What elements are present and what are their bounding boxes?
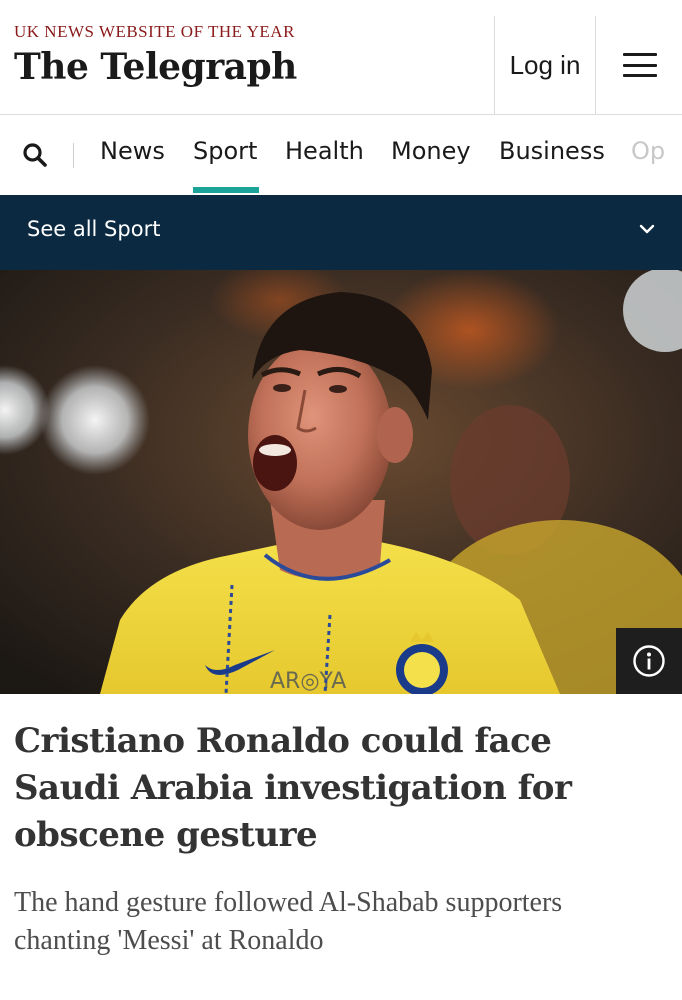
chevron-down-icon	[639, 224, 655, 234]
nav-item-money[interactable]: Money	[391, 137, 471, 165]
info-icon	[633, 645, 665, 677]
hero-photo: AR◎YA	[0, 270, 682, 694]
login-area: Log in	[494, 16, 596, 114]
nav-item-sport[interactable]: Sport	[193, 137, 257, 165]
image-info-button[interactable]	[616, 628, 682, 694]
section-dropdown-bar[interactable]: See all Sport	[0, 195, 682, 270]
nav-divider	[73, 143, 74, 168]
article-headline[interactable]: Cristiano Ronaldo could face Saudi Arabi…	[14, 718, 664, 859]
article-standfirst: The hand gesture followed Al-Shabab supp…	[14, 887, 563, 956]
nav-item-opinion[interactable]: Op	[631, 137, 665, 165]
masthead[interactable]: UK NEWS WEBSITE OF THE YEAR The Telegrap…	[14, 22, 297, 88]
active-tab-indicator	[193, 187, 259, 193]
nav-item-business[interactable]: Business	[499, 137, 605, 165]
search-icon[interactable]	[22, 142, 48, 168]
nav-item-health[interactable]: Health	[285, 137, 364, 165]
hamburger-menu-icon	[622, 53, 657, 77]
menu-button[interactable]	[597, 16, 682, 114]
award-tagline: UK NEWS WEBSITE OF THE YEAR	[14, 22, 295, 41]
login-button[interactable]: Log in	[510, 50, 581, 81]
section-dropdown-label: See all Sport	[27, 217, 161, 241]
jersey-sponsor-text: AR◎YA	[270, 669, 346, 694]
nav-item-news[interactable]: News	[100, 137, 165, 165]
hero-image: AR◎YA	[0, 270, 682, 694]
site-logo[interactable]: The Telegraph	[14, 46, 297, 88]
section-nav: News Sport Health Money Business Op	[0, 115, 682, 195]
site-header: UK NEWS WEBSITE OF THE YEAR The Telegrap…	[0, 0, 682, 115]
